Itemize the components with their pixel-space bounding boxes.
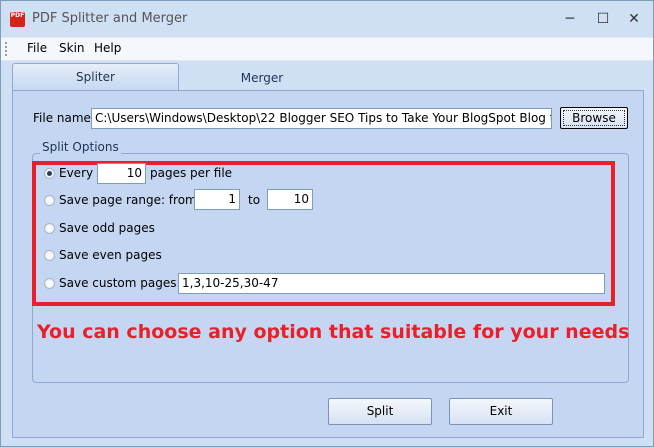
app-icon-text: PDF [10,12,25,19]
custom-pages-input[interactable]: 1,3,10-25,30-47 [178,273,605,294]
menu-help[interactable]: Help [94,41,121,55]
window-title: PDF Splitter and Merger [32,11,188,26]
menu-bar: File Skin Help [1,37,653,61]
every-label: Every [59,166,94,180]
menu-grip-icon [5,42,9,56]
app-window: PDF PDF Splitter and Merger ─ ☐ ✕ File S… [0,0,654,447]
range-label: Save page range: from [59,193,197,207]
browse-button[interactable]: Browse [560,107,628,129]
custom-pages-radio[interactable] [44,278,55,289]
annotation-text: You can choose any option that suitable … [37,321,630,343]
every-pages-input[interactable]: 10 [97,163,146,184]
tab-spliter[interactable]: Spliter [12,63,179,91]
exit-button[interactable]: Exit [449,398,553,425]
range-radio[interactable] [44,195,55,206]
file-name-field[interactable]: C:\Users\Windows\Desktop\22 Blogger SEO … [91,108,552,129]
split-button[interactable]: Split [328,398,432,425]
menu-skin[interactable]: Skin [59,41,85,55]
range-to-input[interactable]: 10 [267,189,313,210]
every-radio[interactable] [44,168,55,179]
even-pages-label: Save even pages [59,248,162,262]
close-icon[interactable]: ✕ [619,9,649,29]
range-from-input[interactable]: 1 [194,189,240,210]
maximize-icon[interactable]: ☐ [588,9,618,29]
minimize-icon[interactable]: ─ [555,9,585,29]
even-pages-radio[interactable] [44,250,55,261]
menu-file[interactable]: File [27,41,47,55]
pages-per-file-label: pages per file [150,166,233,180]
file-name-label: File name: [33,111,95,125]
split-options-legend: Split Options [40,140,121,154]
range-to-label: to [248,193,261,207]
odd-pages-label: Save odd pages [59,221,155,235]
tab-merger[interactable]: Merger [181,65,343,93]
custom-pages-label: Save custom pages: [59,276,181,290]
odd-pages-radio[interactable] [44,223,55,234]
title-bar: PDF PDF Splitter and Merger ─ ☐ ✕ [1,1,653,35]
pdf-app-icon: PDF [10,12,25,27]
